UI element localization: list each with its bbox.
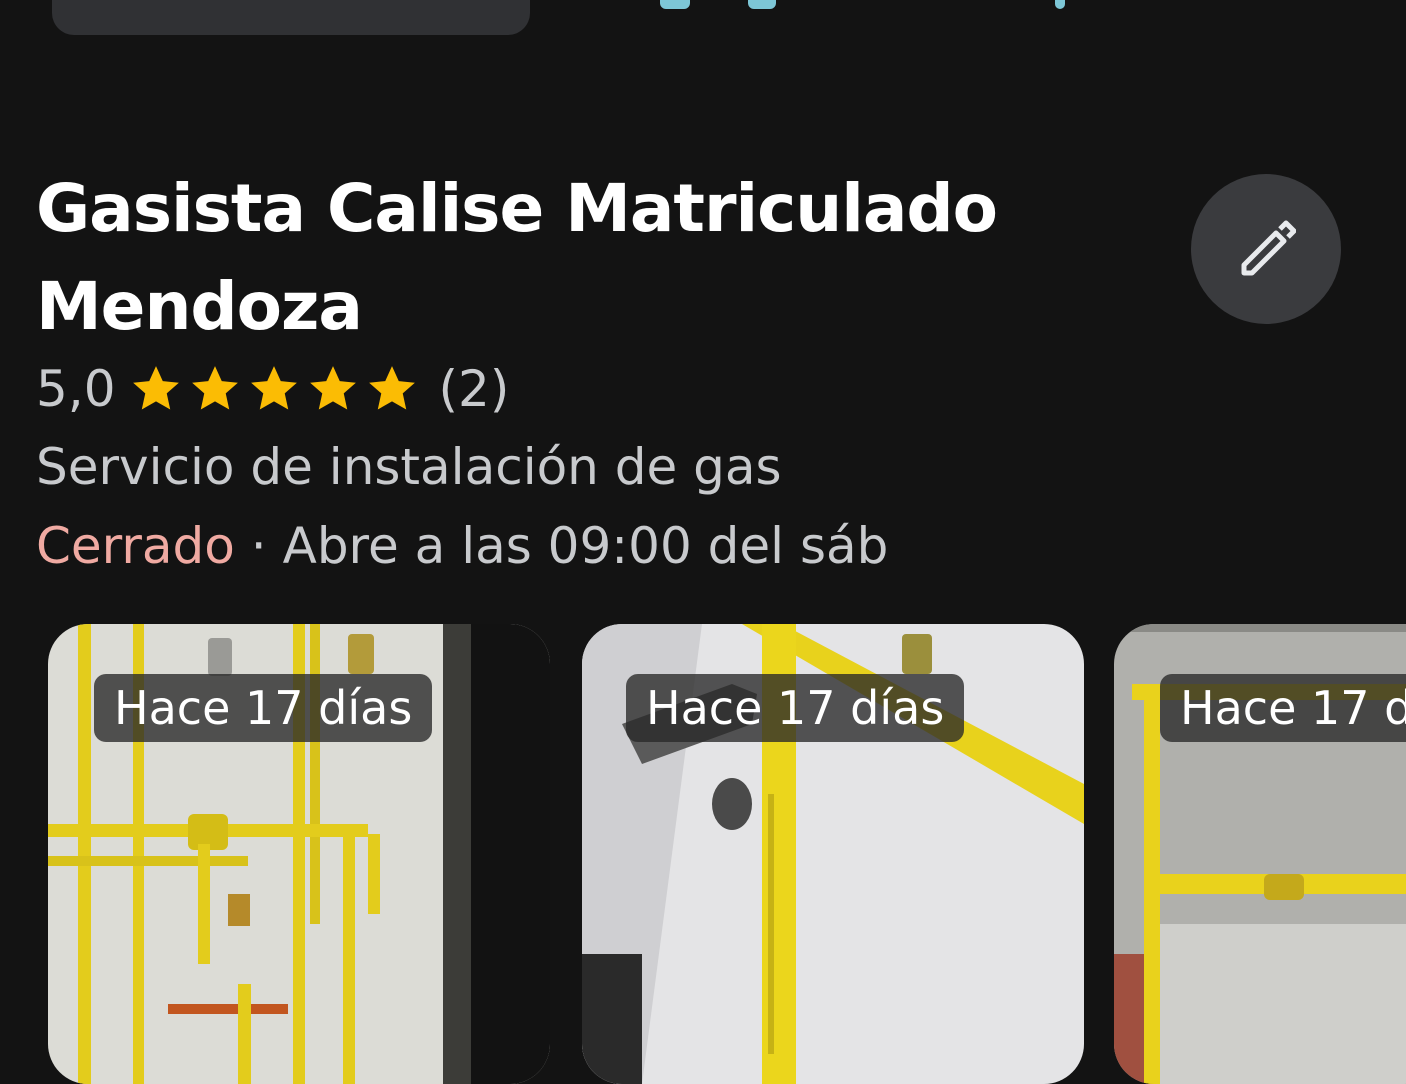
hours-detail: Abre a las 09:00 del sáb	[282, 517, 889, 575]
hours-separator: ·	[250, 517, 267, 575]
photo-date-badge: Hace 17 días	[1160, 674, 1406, 742]
star-icon	[250, 366, 297, 410]
photo-card[interactable]: Hace 17 días	[582, 624, 1084, 1084]
review-count: (2)	[438, 360, 510, 418]
edit-button[interactable]	[1191, 174, 1341, 324]
hours-line[interactable]: Cerrado · Abre a las 09:00 del sáb	[36, 513, 888, 579]
photo-date-badge: Hace 17 días	[94, 674, 433, 742]
pencil-icon	[1241, 220, 1296, 276]
place-title: Gasista Calise Matriculado Mendoza	[36, 170, 998, 345]
top-action-button[interactable]	[52, 0, 530, 35]
star-icon	[368, 366, 415, 410]
star-icon	[191, 366, 238, 410]
rating-row[interactable]: 5,0 (2)	[36, 356, 509, 422]
rating-value: 5,0	[36, 360, 116, 418]
top-link-fragment[interactable]	[1055, 0, 1065, 9]
star-icon	[309, 366, 356, 410]
status-closed: Cerrado	[36, 517, 235, 575]
star-icon	[132, 366, 179, 410]
place-category: Servicio de instalación de gas	[36, 438, 782, 496]
star-rating	[128, 361, 423, 417]
photo-date-badge: Hace 17 días	[626, 674, 965, 742]
top-link-fragment[interactable]	[748, 0, 776, 9]
photo-card[interactable]: Hace 17 días	[1114, 624, 1406, 1084]
top-link-fragment[interactable]	[660, 0, 690, 9]
photo-card[interactable]: Hace 17 días	[48, 624, 550, 1084]
